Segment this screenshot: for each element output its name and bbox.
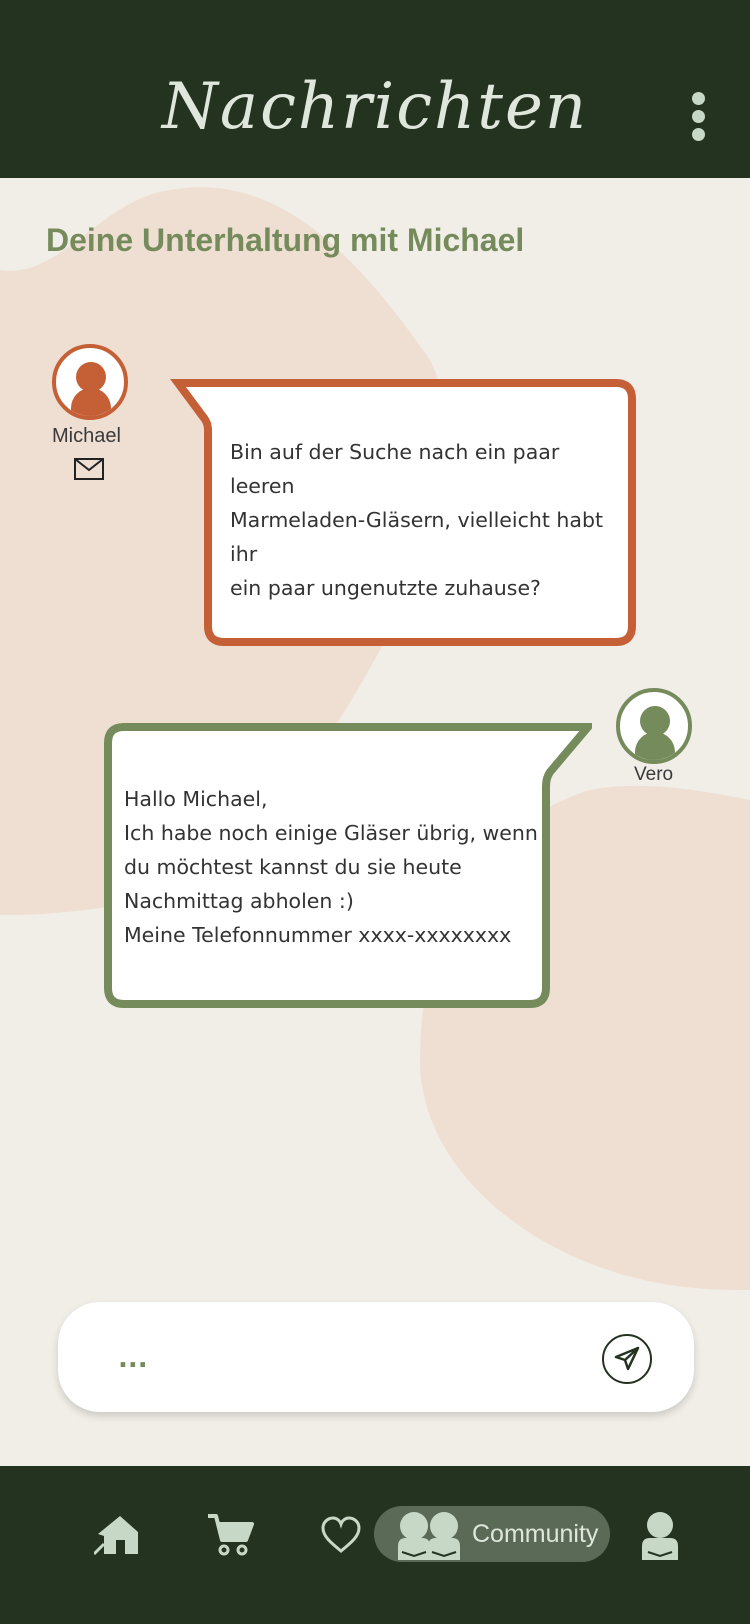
sender-name: Michael xyxy=(52,425,121,447)
nav-profile[interactable] xyxy=(640,1510,680,1562)
cart-icon xyxy=(208,1514,254,1556)
avatar-michael[interactable] xyxy=(52,344,128,420)
message-text: Bin auf der Suche nach ein paar leeren M… xyxy=(230,440,604,600)
message-input[interactable] xyxy=(116,1338,560,1380)
heart-icon xyxy=(321,1516,361,1553)
community-label: Community xyxy=(472,1520,599,1548)
avatar-vero[interactable] xyxy=(616,688,692,764)
more-vertical-icon[interactable] xyxy=(686,92,710,144)
message-bubble-sent: Hallo Michael, Ich habe noch einige Gläs… xyxy=(102,722,592,1012)
profile-icon xyxy=(642,1512,678,1560)
home-icon xyxy=(92,1516,138,1556)
message-input-bar xyxy=(58,1302,694,1412)
nav-favorites[interactable] xyxy=(320,1516,362,1554)
bottom-navigation: Community xyxy=(0,1466,750,1624)
page-title: Nachrichten xyxy=(161,70,589,144)
sender-name: Vero xyxy=(634,764,674,785)
send-button[interactable] xyxy=(602,1334,652,1384)
nav-community[interactable]: Community xyxy=(374,1506,610,1562)
mail-icon[interactable] xyxy=(74,458,104,480)
nav-home[interactable] xyxy=(92,1514,142,1556)
app-header: Nachrichten xyxy=(0,0,750,178)
message-bubble-received: Bin auf der Suche nach ein paar leeren M… xyxy=(168,378,660,664)
nav-cart[interactable] xyxy=(206,1512,254,1556)
conversation-title: Deine Unterhaltung mit Michael xyxy=(46,222,525,258)
community-icon xyxy=(398,1512,460,1560)
message-text: Hallo Michael, Ich habe noch einige Gläs… xyxy=(124,787,538,947)
send-icon xyxy=(614,1346,640,1371)
